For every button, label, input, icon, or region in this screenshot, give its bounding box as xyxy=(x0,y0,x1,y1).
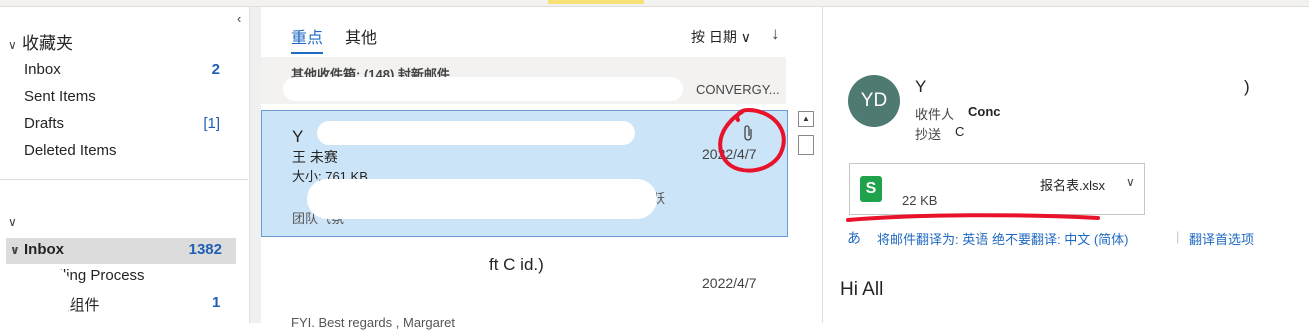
redacted-text xyxy=(925,73,1241,97)
favorites-label: 收藏夹 xyxy=(22,34,73,53)
nav-item-label: Sent Items xyxy=(24,88,96,105)
pane-splitter[interactable] xyxy=(249,7,261,323)
message-item-selected[interactable]: Y 王 未赛 大小: 761 KB 2022/4/7 跃 团队气氛 xyxy=(261,110,788,237)
attachment-size: 22 KB xyxy=(902,193,938,208)
sender-suffix: ) xyxy=(1244,77,1250,96)
sort-by-date[interactable]: 按 日期 ∨ xyxy=(691,27,751,47)
other-inbox-sender: CONVERGY... xyxy=(696,82,780,97)
scroll-thumb[interactable] xyxy=(798,135,814,155)
message-sender: Y xyxy=(292,127,304,146)
attachment-name: 报名表.xlsx xyxy=(1040,178,1106,193)
tab-focused[interactable]: 重点 xyxy=(291,24,324,54)
chevron-down-icon: ∨ xyxy=(10,243,20,257)
draft-count: [1] xyxy=(203,115,220,132)
nav-item-label: Deleted Items xyxy=(24,142,117,159)
redacted-text xyxy=(896,168,1038,190)
message-list: 重点 其他 按 日期 ∨ ↓ 其他收件箱: (148) 封新邮件 CONVERG… xyxy=(261,7,822,330)
translate-icon: あ xyxy=(847,230,861,246)
redacted-account xyxy=(24,205,220,231)
to-label: 收件人 xyxy=(915,107,955,122)
collapse-pane-icon[interactable]: ‹ xyxy=(237,11,241,26)
sort-direction-icon[interactable]: ↓ xyxy=(771,24,780,44)
top-highlight xyxy=(548,0,644,4)
separator: | xyxy=(979,229,983,244)
reading-pane: YD Y ) 收件人 Conc 抄送 C S 报名表.xlsx 22 KB ∨ … xyxy=(823,7,1309,323)
translate-link[interactable]: 将邮件翻译为: 英语 xyxy=(877,229,988,248)
account-chevron-icon[interactable]: ∨ xyxy=(8,215,17,229)
translate-bar: あ 将邮件翻译为: 英语 | 绝不要翻译: 中文 (简体) | 翻译首选项 xyxy=(847,227,1307,249)
message-subject: 王 未赛 xyxy=(292,149,338,165)
attachment-menu-chevron-icon[interactable]: ∨ xyxy=(1126,175,1135,189)
nav-item-inbox[interactable]: Inbox 2 xyxy=(24,61,224,78)
nav-item-deleted[interactable]: Deleted Items xyxy=(24,142,224,159)
nav-item-drafts[interactable]: Drafts [1] xyxy=(24,115,224,132)
tab-other[interactable]: 其他 xyxy=(345,24,377,48)
scrollbar[interactable]: ▲ xyxy=(798,111,814,323)
redacted-text xyxy=(1005,101,1245,161)
nav-item-label: Inbox xyxy=(24,61,61,78)
other-inbox-notice[interactable]: 其他收件箱: (148) 封新邮件 CONVERGY... xyxy=(261,57,786,104)
inbox-count: 1382 xyxy=(188,241,222,258)
unread-count: 2 xyxy=(211,61,220,78)
redacted-text xyxy=(307,179,657,219)
message-subject: ft C id.) xyxy=(489,255,544,274)
message-date: 2022/4/7 xyxy=(702,275,757,291)
redacted-text xyxy=(283,77,683,101)
message-item[interactable]: ft C id.) 2022/4/7 FYI. Best regards , M… xyxy=(261,239,788,330)
excel-icon: S xyxy=(860,176,882,202)
top-strip xyxy=(0,0,1309,7)
translate-preferences-link[interactable]: 翻译首选项 xyxy=(1189,229,1254,248)
separator: | xyxy=(1176,229,1180,244)
nav-item-label: Drafts xyxy=(24,115,65,132)
chevron-down-icon: ∨ xyxy=(8,38,17,52)
redacted-text xyxy=(317,121,635,145)
favorites-header[interactable]: ∨ 收藏夹 xyxy=(8,29,73,54)
nav-item-sent[interactable]: Sent Items xyxy=(24,88,224,105)
redacted-blob xyxy=(22,265,72,323)
subfolder-count: 1 xyxy=(212,294,221,311)
cc-label: 抄送 xyxy=(915,127,942,142)
avatar[interactable]: YD xyxy=(848,75,900,127)
to-recipient[interactable]: Conc xyxy=(968,104,1001,119)
nav-item-account-inbox[interactable]: ∨ Inbox 1382 xyxy=(6,238,236,264)
inbox-label: ∨ Inbox xyxy=(10,241,64,258)
scroll-up-button[interactable]: ▲ xyxy=(798,111,814,127)
folder-pane: ‹ ∨ 收藏夹 Inbox 2 Sent Items Drafts [1] Del… xyxy=(0,7,248,323)
divider xyxy=(0,179,248,180)
attachment-card[interactable]: S 报名表.xlsx 22 KB ∨ xyxy=(849,163,1145,215)
paperclip-icon xyxy=(744,125,752,141)
cc-recipient[interactable]: C xyxy=(955,124,964,139)
message-body: Hi All xyxy=(840,279,884,300)
never-translate-link[interactable]: 绝不要翻译: 中文 (简体) xyxy=(992,229,1129,248)
message-date: 2022/4/7 xyxy=(702,146,757,162)
